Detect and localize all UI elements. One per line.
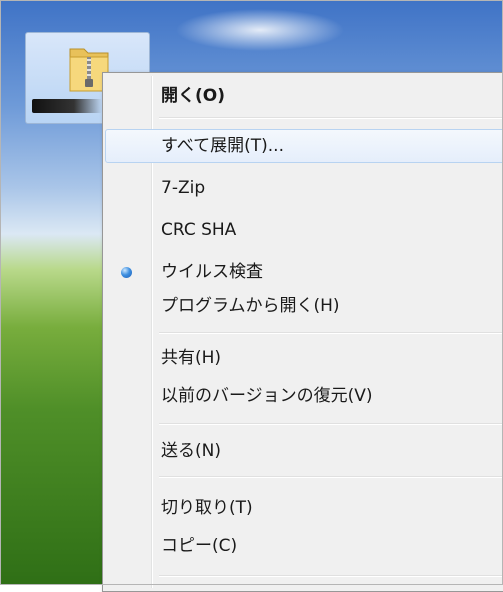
menu-item-cut[interactable]: 切り取り(T) [105,491,503,525]
menu-item-label: 共有(H) [161,348,222,368]
menu-item-share[interactable]: 共有(H) [105,341,503,375]
menu-item-restore-previous-versions[interactable]: 以前のバージョンの復元(V) [105,379,503,413]
menu-separator [159,575,503,577]
menu-item-label: 開く(O) [161,86,225,106]
context-menu: 開く(O) すべて展開(T)... 7-Zip CRC SHA ウイルス検査 プ… [102,72,503,592]
menu-separator [159,117,503,119]
menu-item-copy[interactable]: コピー(C) [105,529,503,563]
menu-item-label: 切り取り(T) [161,498,253,518]
menu-item-label: 7-Zip [161,178,206,198]
menu-item-label: ウイルス検査 [161,262,263,282]
menu-item-label: 送る(N) [161,441,221,461]
menu-item-send-to[interactable]: 送る(N) [105,434,503,468]
menu-separator [159,476,503,478]
menu-item-label: CRC SHA [161,220,237,240]
menu-item-7zip[interactable]: 7-Zip [105,171,503,205]
menu-item-label: 以前のバージョンの復元(V) [161,386,373,406]
menu-item-extract-all[interactable]: すべて展開(T)... [105,129,503,163]
virus-scan-icon [121,267,132,278]
menu-item-label: すべて展開(T)... [161,136,284,156]
file-name-label [32,99,102,113]
menu-item-open[interactable]: 開く(O) [105,79,503,113]
menu-item-label: コピー(C) [161,536,238,556]
menu-separator [159,423,503,425]
menu-item-open-with[interactable]: プログラムから開く(H) [105,289,503,323]
menu-item-label: プログラムから開く(H) [161,296,340,316]
menu-separator [159,332,503,334]
menu-item-crc-sha[interactable]: CRC SHA [105,213,503,247]
menu-item-virus-scan[interactable]: ウイルス検査 [105,255,503,289]
